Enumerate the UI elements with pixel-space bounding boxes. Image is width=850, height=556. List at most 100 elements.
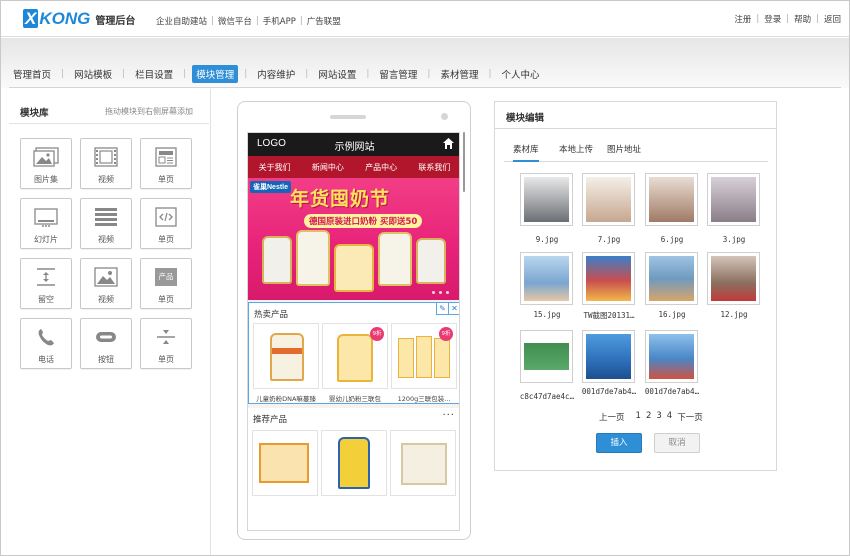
module-tile-label: 留空 xyxy=(38,295,54,304)
register-link[interactable]: 注册 xyxy=(734,13,751,25)
module-tile-phone[interactable]: 电话 xyxy=(20,318,72,369)
top-link-wechat[interactable]: 微信平台 xyxy=(218,15,252,27)
module-tile-picture[interactable]: 视频 xyxy=(80,258,132,309)
page-link-2[interactable]: 2 xyxy=(646,411,651,423)
image-thumb[interactable] xyxy=(645,173,698,226)
product-card[interactable] xyxy=(253,323,319,389)
image-name: 16.jpg xyxy=(658,310,686,319)
image-thumb[interactable] xyxy=(520,173,573,226)
module-tile-product[interactable]: 产品 单页 xyxy=(140,258,192,309)
tab-url[interactable]: 图片地址 xyxy=(607,144,641,161)
module-tile-label: 视频 xyxy=(98,235,114,244)
thumb-image xyxy=(524,177,569,222)
nav-item-modules[interactable]: 模块管理 xyxy=(192,65,239,83)
thumb-image xyxy=(524,256,569,301)
image-thumb[interactable] xyxy=(582,252,635,305)
more-icon[interactable]: ··· xyxy=(442,410,455,421)
slide-indicator[interactable] xyxy=(432,291,449,294)
brand-logo[interactable]: X KONG 管理后台 xyxy=(23,9,135,29)
nav-item-messages[interactable]: 留言管理 xyxy=(375,65,421,83)
image-name: 001d7de7ab4… xyxy=(581,387,637,396)
image-name: 7.jpg xyxy=(597,235,621,244)
brand-text: KONG xyxy=(39,9,91,28)
hot-products-module[interactable]: 热卖产品 ✎ ✕ 9折 9折 儿童奶粉DNA嘛蔓臻 婴幼儿奶粉三联包 1200g… xyxy=(248,302,459,404)
image-thumb[interactable] xyxy=(707,252,760,305)
code-icon xyxy=(141,206,191,228)
image-thumb[interactable] xyxy=(707,173,760,226)
top-link-site[interactable]: 企业自助建站 xyxy=(156,15,207,27)
nav-item-assets[interactable]: 素材管理 xyxy=(436,65,482,83)
phone-scrollbar[interactable] xyxy=(463,132,465,192)
help-link[interactable]: 帮助 xyxy=(794,13,811,25)
module-tile-divider[interactable]: 单页 xyxy=(140,318,192,369)
banner-slide[interactable]: 雀巢Nestle 年货囤奶节 德国原装进口奶粉 买即送50 xyxy=(248,178,459,300)
image-name: 001d7de7ab4… xyxy=(644,387,700,396)
top-link-app[interactable]: 手机APP xyxy=(263,15,296,27)
next-page-link[interactable]: 下一页 xyxy=(677,411,703,423)
thumb-image xyxy=(586,256,631,301)
list-icon xyxy=(81,206,131,228)
module-tile-code[interactable]: 单页 xyxy=(140,198,192,249)
tab-upload[interactable]: 本地上传 xyxy=(559,144,593,161)
banner-product-can xyxy=(296,230,330,286)
product-card[interactable] xyxy=(390,430,456,496)
phone-screen[interactable]: LOGO 示例网站 关于我们 新闻中心 产品中心 联系我们 雀巢Nestle 年… xyxy=(247,132,460,531)
page-link-1[interactable]: 1 xyxy=(636,411,641,423)
spacer-icon xyxy=(21,266,71,288)
prev-page-link[interactable]: 上一页 xyxy=(599,411,625,423)
top-link-ads[interactable]: 广告联盟 xyxy=(307,15,341,27)
page-icon xyxy=(141,146,191,168)
image-thumb[interactable] xyxy=(645,252,698,305)
module-tile-label: 电话 xyxy=(38,355,54,364)
tab-library[interactable]: 素材库 xyxy=(513,144,539,162)
product-card[interactable] xyxy=(252,430,318,496)
login-link[interactable]: 登录 xyxy=(764,13,781,25)
mobile-nav-about[interactable]: 关于我们 xyxy=(259,162,291,173)
module-tile-video[interactable]: 视频 xyxy=(80,138,132,189)
nav-item-columns[interactable]: 栏目设置 xyxy=(131,65,177,83)
product-image xyxy=(416,336,432,378)
module-tile-slideshow[interactable]: 幻灯片 xyxy=(20,198,72,249)
image-thumb[interactable] xyxy=(520,330,573,383)
product-card[interactable]: 9折 xyxy=(391,323,457,389)
product-card[interactable]: 9折 xyxy=(322,323,388,389)
image-thumb[interactable] xyxy=(645,330,698,383)
nav-item-settings[interactable]: 网站设置 xyxy=(314,65,360,83)
product-icon: 产品 xyxy=(141,266,191,288)
module-tile-label: 单页 xyxy=(158,235,174,244)
mobile-nav-products[interactable]: 产品中心 xyxy=(365,162,397,173)
module-tile-gallery[interactable]: 图片集 xyxy=(20,138,72,189)
nav-item-home[interactable]: 管理首页 xyxy=(9,65,55,83)
module-tile-button[interactable]: 按钮 xyxy=(80,318,132,369)
nav-item-profile[interactable]: 个人中心 xyxy=(498,65,544,83)
banner-brand: 雀巢Nestle xyxy=(250,181,292,193)
module-tile-list[interactable]: 视频 xyxy=(80,198,132,249)
product-card[interactable] xyxy=(321,430,387,496)
separator: | xyxy=(756,14,760,24)
page-link-3[interactable]: 3 xyxy=(656,411,661,423)
mobile-nav-contact[interactable]: 联系我们 xyxy=(418,162,450,173)
nav-item-templates[interactable]: 网站模板 xyxy=(70,65,116,83)
back-link[interactable]: 返回 xyxy=(824,13,841,25)
mobile-nav-news[interactable]: 新闻中心 xyxy=(312,162,344,173)
edit-icon[interactable]: ✎ xyxy=(436,303,448,315)
app-window: X KONG 管理后台 企业自助建站 | 微信平台 | 手机APP | 广告联盟 … xyxy=(0,0,850,556)
module-tile-spacer[interactable]: 留空 xyxy=(20,258,72,309)
editor-tabs: 素材库 本地上传 图片地址 xyxy=(504,144,768,162)
image-thumb[interactable] xyxy=(520,252,573,305)
image-thumb[interactable] xyxy=(582,330,635,383)
image-thumb[interactable] xyxy=(582,173,635,226)
phone-icon xyxy=(21,326,71,348)
separator: | xyxy=(244,69,248,79)
insert-button[interactable]: 插入 xyxy=(596,433,642,453)
close-icon[interactable]: ✕ xyxy=(448,303,459,315)
top-links: 企业自助建站 | 微信平台 | 手机APP | 广告联盟 xyxy=(156,15,341,27)
cancel-button[interactable]: 取消 xyxy=(654,433,700,453)
home-icon[interactable] xyxy=(442,137,455,153)
page-link-4[interactable]: 4 xyxy=(667,411,672,423)
thumb-image xyxy=(586,177,631,222)
recommended-products-module[interactable]: 推荐产品 ··· xyxy=(248,408,459,530)
module-tile-page[interactable]: 单页 xyxy=(140,138,192,189)
thumb-image xyxy=(586,334,631,379)
nav-item-content[interactable]: 内容维护 xyxy=(253,65,299,83)
